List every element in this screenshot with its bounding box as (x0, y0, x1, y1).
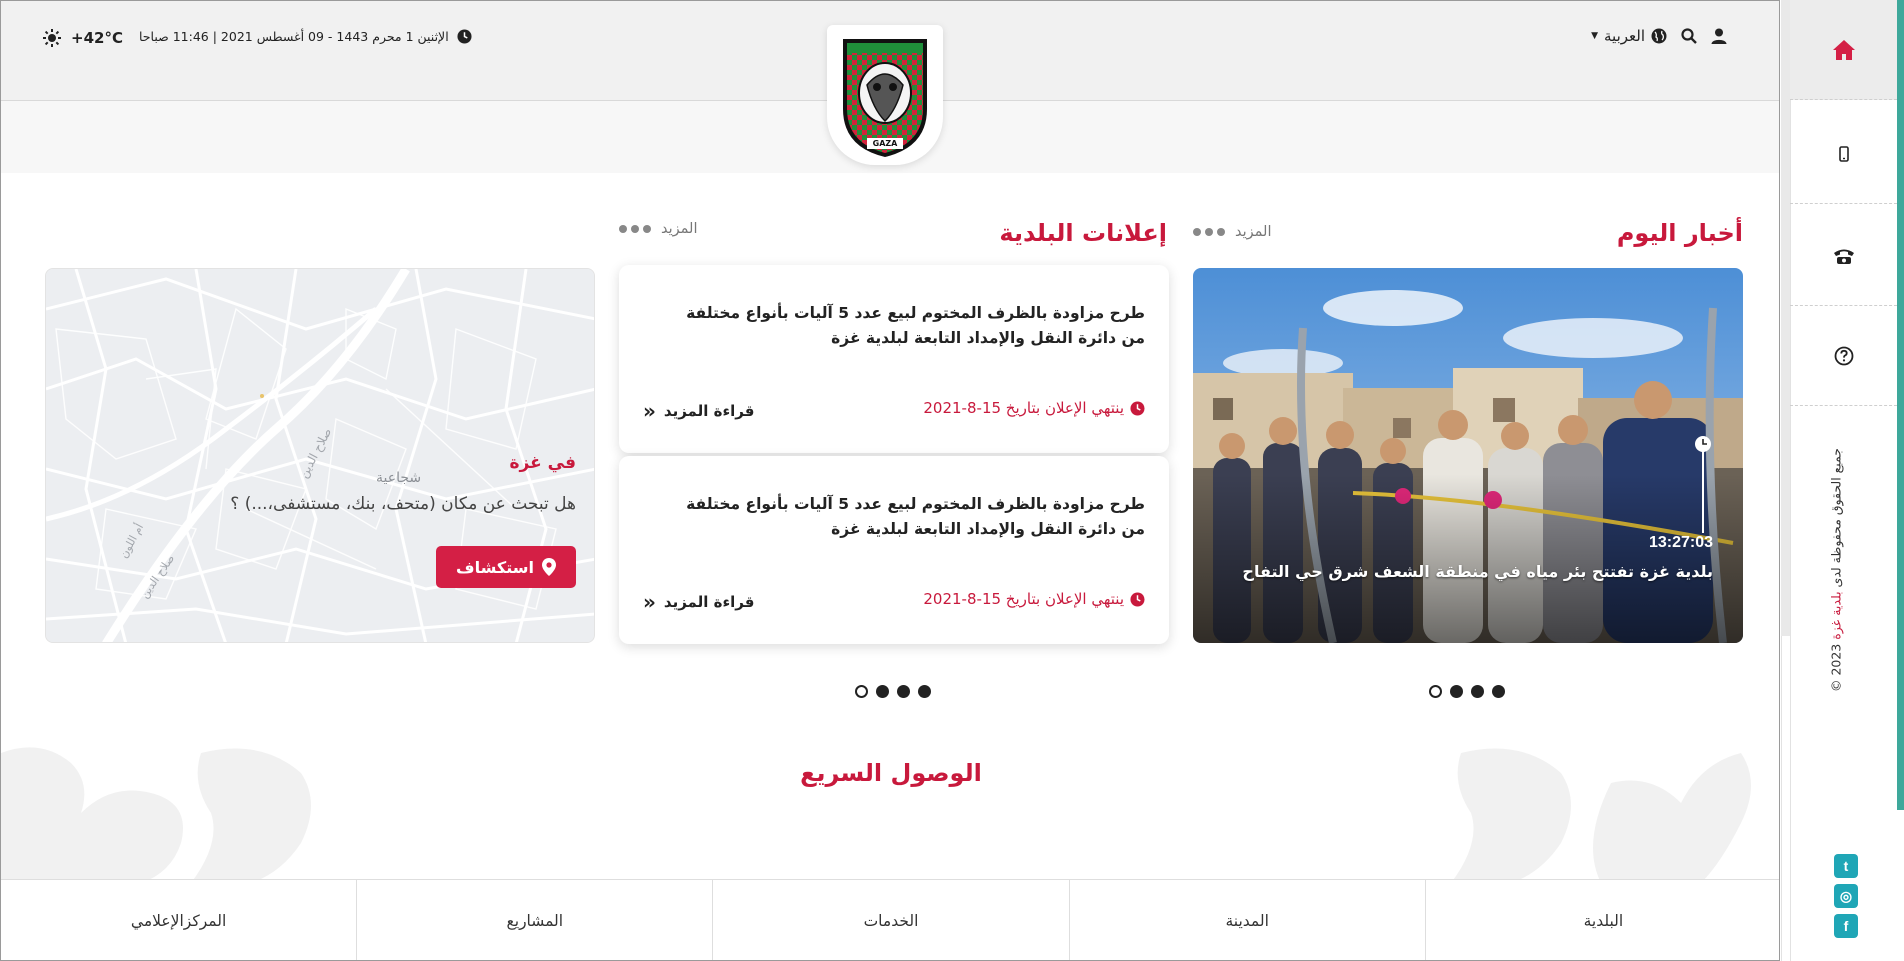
user-icon[interactable] (1711, 28, 1727, 44)
quick-access-tabs: البلدية المدينة الخدمات المشاريع المركزا… (1, 879, 1779, 960)
announcements-carousel-dots[interactable] (855, 685, 931, 698)
sun-icon (43, 29, 61, 47)
datetime: الإثنين 1 محرم 1443 - 09 أغسطس 2021 | 11… (139, 29, 472, 44)
map-city-label: في غزة (509, 453, 576, 473)
location-pin-icon (541, 558, 556, 576)
copyright-owner: بلدية غزة (1828, 591, 1844, 640)
carousel-dot[interactable] (1471, 685, 1484, 698)
scroll-track-lower (1781, 636, 1790, 961)
announcement-date: ينتهي الإعلان بتاريخ 15-8-2021 (923, 590, 1145, 608)
copyright-year: 2023 © (1828, 643, 1844, 693)
announcements-section-title: إعلانات البلدية (999, 219, 1167, 247)
carousel-dot[interactable] (918, 685, 931, 698)
temperature: +42°C (71, 29, 123, 47)
header-tools: العربية ▼ (1591, 27, 1727, 45)
rail-home-button[interactable] (1790, 0, 1897, 100)
rail-mobile-button[interactable] (1790, 104, 1897, 204)
carousel-dot[interactable] (855, 685, 868, 698)
announcements-more-link[interactable]: المزيد (619, 221, 697, 237)
scroll-track[interactable] (1781, 0, 1790, 636)
tab-projects[interactable]: المشاريع (356, 880, 712, 960)
globe-icon (1651, 28, 1667, 44)
announcement-date-text: ينتهي الإعلان بتاريخ 15-8-2021 (923, 590, 1124, 608)
news-time: 13:27:03 (1648, 534, 1713, 551)
more-dots-icon (1193, 228, 1225, 236)
announcement-text: طرح مزاودة بالظرف المختوم لبيع عدد 5 آلي… (686, 304, 1145, 347)
announcement-date: ينتهي الإعلان بتاريخ 15-8-2021 (923, 399, 1145, 417)
mobile-icon (1838, 145, 1849, 162)
explore-label: استكشاف (456, 557, 534, 577)
carousel-dot[interactable] (897, 685, 910, 698)
help-icon (1834, 346, 1853, 365)
facebook-icon[interactable]: f (1834, 914, 1858, 938)
rail-help-button[interactable] (1790, 306, 1897, 406)
read-more-label: قراءة المزيد (663, 593, 755, 611)
news-carousel-dots[interactable] (1429, 685, 1505, 698)
municipality-logo[interactable]: GAZA (827, 25, 943, 165)
page: +42°C الإثنين 1 محرم 1443 - 09 أغسطس 202… (0, 0, 1780, 961)
phone-icon (1833, 249, 1854, 264)
rail-phone-button[interactable] (1790, 206, 1897, 306)
instagram-icon[interactable]: ◎ (1834, 884, 1858, 908)
rail-accent-bar (1897, 0, 1904, 810)
clock-icon (1130, 591, 1145, 607)
tab-media-center[interactable]: المركزالإعلامي (1, 880, 356, 960)
double-chevron-left-icon: « (643, 590, 656, 614)
news-section-title: أخبار اليوم (1616, 219, 1743, 247)
announcement-text: طرح مزاودة بالظرف المختوم لبيع عدد 5 آلي… (686, 495, 1145, 538)
map-question: هل تبحث عن مكان (متحف، بنك، مستشفى،...) … (230, 494, 576, 514)
read-more-label: قراءة المزيد (663, 402, 755, 420)
carousel-dot[interactable] (876, 685, 889, 698)
copyright-prefix: جميع الحقوق محفوظة لدى (1828, 447, 1844, 588)
more-dots-icon (619, 225, 651, 233)
language-label: العربية (1604, 27, 1645, 45)
weather-widget: +42°C (43, 29, 123, 47)
tab-city[interactable]: المدينة (1068, 880, 1425, 960)
announcement-card[interactable]: طرح مزاودة بالظرف المختوم لبيع عدد 5 آلي… (619, 265, 1169, 453)
twitter-icon[interactable]: t (1834, 854, 1858, 878)
read-more-link[interactable]: قراءة المزيد « (643, 399, 754, 423)
news-card[interactable]: 13:27:03 بلدية غزة تفتتح بئر مياه في منط… (1193, 268, 1743, 643)
double-chevron-left-icon: « (643, 399, 656, 423)
news-headline[interactable]: بلدية غزة تفتتح بئر مياه في منطقة الشعف … (1242, 562, 1713, 581)
tab-services[interactable]: الخدمات (712, 880, 1068, 960)
announcements-more-label: المزيد (661, 221, 698, 237)
search-icon[interactable] (1681, 28, 1697, 44)
carousel-dot[interactable] (1429, 685, 1442, 698)
tab-municipality[interactable]: البلدية (1424, 880, 1779, 960)
clock-icon (1130, 400, 1145, 416)
news-more-label: المزيد (1235, 224, 1272, 240)
quick-access-title: الوصول السريع (800, 759, 982, 787)
chevron-down-icon: ▼ (1591, 31, 1598, 41)
explore-button[interactable]: استكشاف (436, 546, 576, 588)
clock-icon (457, 29, 472, 44)
datetime-text: الإثنين 1 محرم 1443 - 09 أغسطس 2021 | 11… (139, 29, 449, 44)
map-widget[interactable]: صلاح الدين شجاعية أم اللون صلاح الدين في… (45, 268, 595, 643)
map-district-label: شجاعية (376, 470, 421, 486)
news-more-link[interactable]: المزيد (1193, 224, 1271, 240)
news-photo (1193, 268, 1743, 643)
read-more-link[interactable]: قراءة المزيد « (643, 590, 754, 614)
home-icon (1832, 39, 1855, 60)
announcement-date-text: ينتهي الإعلان بتاريخ 15-8-2021 (923, 399, 1124, 417)
carousel-dot[interactable] (1450, 685, 1463, 698)
logo-text: GAZA (872, 139, 898, 148)
carousel-dot[interactable] (1492, 685, 1505, 698)
announcement-card[interactable]: طرح مزاودة بالظرف المختوم لبيع عدد 5 آلي… (619, 456, 1169, 644)
language-selector[interactable]: العربية ▼ (1591, 27, 1667, 45)
